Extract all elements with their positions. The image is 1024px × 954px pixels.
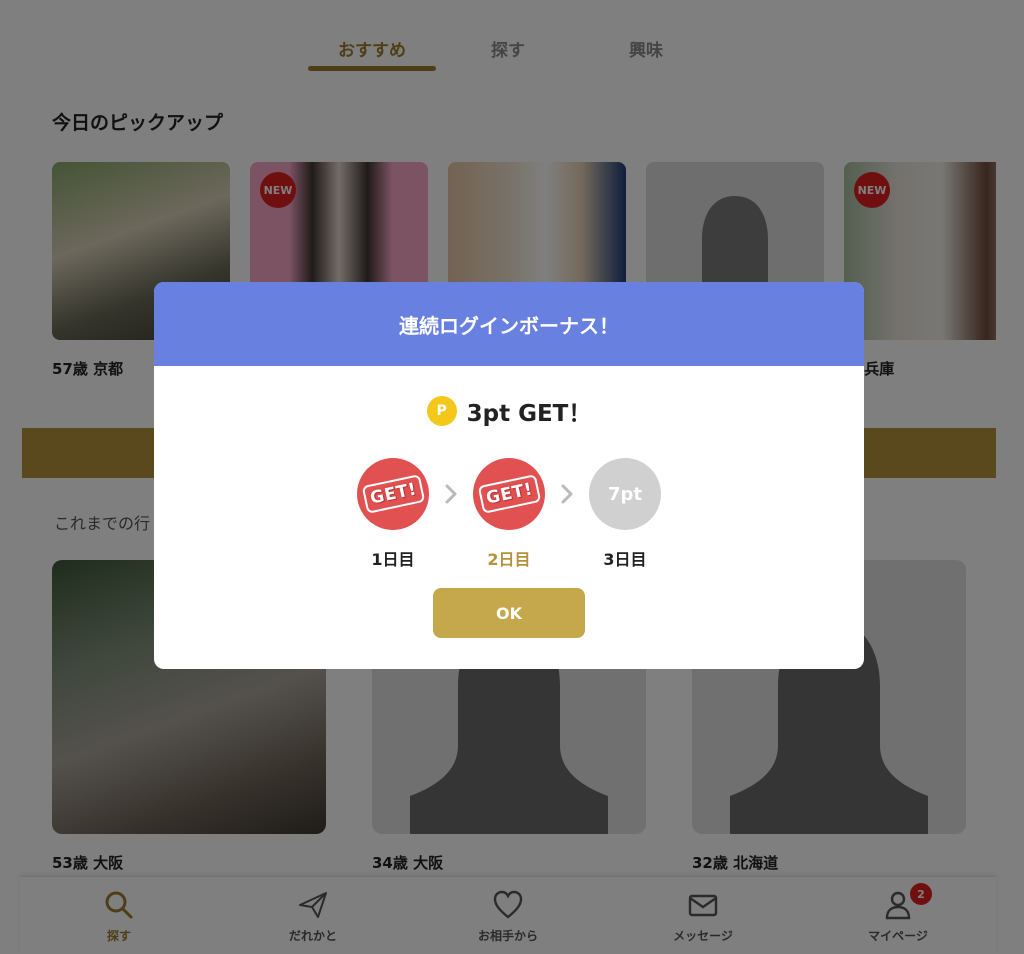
day-1: GET! 1日目: [357, 458, 429, 570]
day-stamp: GET!: [357, 458, 429, 530]
day-points: 7pt: [589, 458, 661, 530]
bonus-amount: 3pt GET！: [466, 401, 592, 427]
bonus-headline: P 3pt GET！: [154, 394, 864, 428]
modal-title: 連続ログインボーナス！: [154, 282, 864, 366]
login-bonus-modal: 連続ログインボーナス！ P 3pt GET！ GET! 1日目 GET! 2日目…: [154, 282, 864, 669]
point-coin-icon: P: [426, 396, 457, 426]
day-label: 1日目: [371, 550, 415, 569]
get-stamp: GET!: [361, 474, 425, 514]
day-stamp: GET!: [473, 458, 545, 530]
day-label: 2日目: [487, 550, 531, 569]
login-streak: GET! 1日目 GET! 2日目 7pt 3日目: [154, 458, 864, 578]
get-stamp: GET!: [477, 474, 541, 514]
day-2: GET! 2日目: [473, 458, 545, 570]
chevron-right-icon: [561, 484, 573, 504]
ok-button[interactable]: OK: [433, 588, 585, 638]
day-label: 3日目: [603, 550, 647, 569]
chevron-right-icon: [445, 484, 457, 504]
day-3: 7pt 3日目: [589, 458, 661, 570]
